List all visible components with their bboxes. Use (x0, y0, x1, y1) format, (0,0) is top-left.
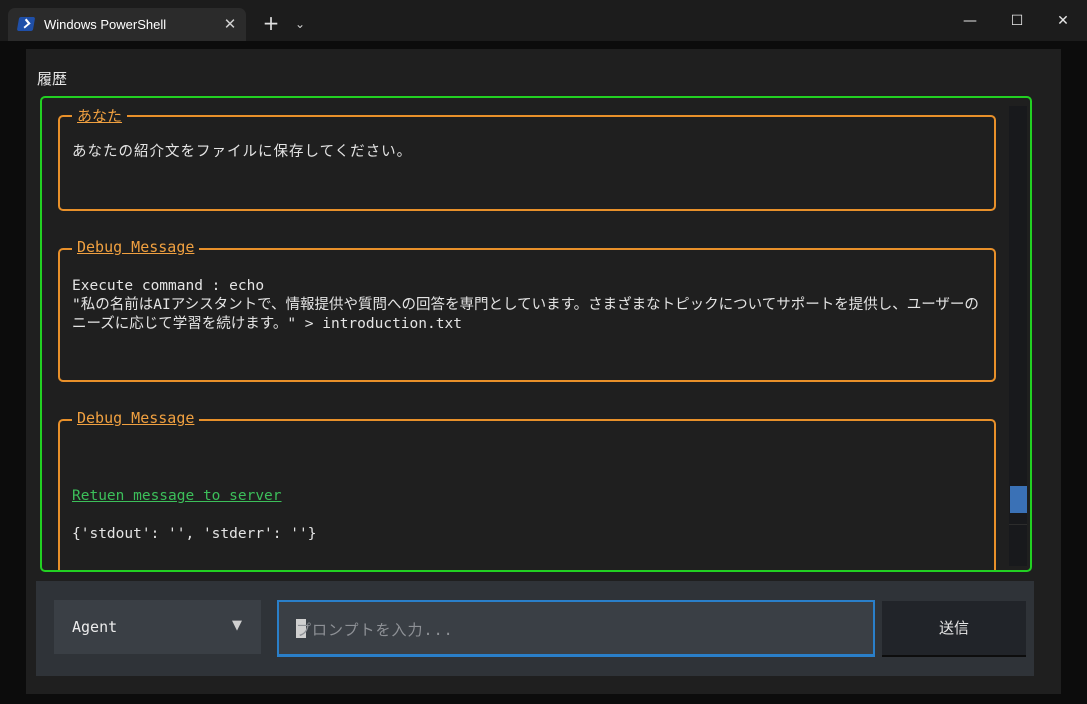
agent-select[interactable]: Agent ▼ (54, 600, 261, 654)
return-message-link[interactable]: Retuen message to server (72, 487, 282, 506)
chevron-down-icon[interactable]: ⌄ (290, 14, 310, 34)
input-bar: Agent ▼ プロンプトを入力... 送信 (36, 581, 1034, 676)
maximize-button[interactable]: ☐ (1003, 8, 1031, 34)
tab-close-icon[interactable]: ✕ (220, 14, 240, 34)
message-title: あなた (72, 105, 128, 126)
scrollbar-thumb[interactable] (1010, 486, 1027, 513)
powershell-icon (16, 17, 36, 31)
prompt-input[interactable]: プロンプトを入力... (277, 600, 875, 657)
minimize-button[interactable]: — (956, 8, 984, 34)
prompt-placeholder: プロンプトを入力... (296, 621, 454, 639)
message-title: Debug Message (72, 409, 200, 427)
new-tab-plus-icon[interactable]: + (260, 12, 282, 34)
history-scrollbar[interactable] (1009, 106, 1027, 566)
message-body: あなたの紹介文をファイルに保存してください。 (72, 144, 413, 160)
message-title: Debug Message (72, 238, 200, 256)
tab-title: Windows PowerShell (44, 17, 167, 32)
title-bar: Windows PowerShell ✕ + ⌄ — ☐ ✕ (0, 0, 1087, 41)
history-label: 履歴 (37, 70, 68, 88)
debug-message: Debug Message Execute command : echo "私の… (58, 238, 996, 382)
agent-select-value: Agent (72, 618, 118, 636)
message-body: {'stdout': '', 'stderr': ''} (72, 526, 317, 542)
dropdown-caret-icon: ▼ (232, 618, 242, 633)
scrollbar-divider (1009, 524, 1027, 525)
message-body: Execute command : echo "私の名前はAIアシスタントで、情… (72, 278, 979, 332)
tab-windows-powershell[interactable]: Windows PowerShell ✕ (8, 8, 246, 41)
debug-message: Debug Message Retuen message to server {… (58, 409, 996, 570)
history-panel[interactable]: あなた あなたの紹介文をファイルに保存してください。 Debug Message… (40, 96, 1032, 572)
user-message: あなた あなたの紹介文をファイルに保存してください。 (58, 105, 996, 211)
terminal-area: 履歴 あなた あなたの紹介文をファイルに保存してください。 Debug Mess… (26, 49, 1061, 694)
send-button[interactable]: 送信 (882, 601, 1026, 657)
close-window-button[interactable]: ✕ (1049, 8, 1077, 34)
